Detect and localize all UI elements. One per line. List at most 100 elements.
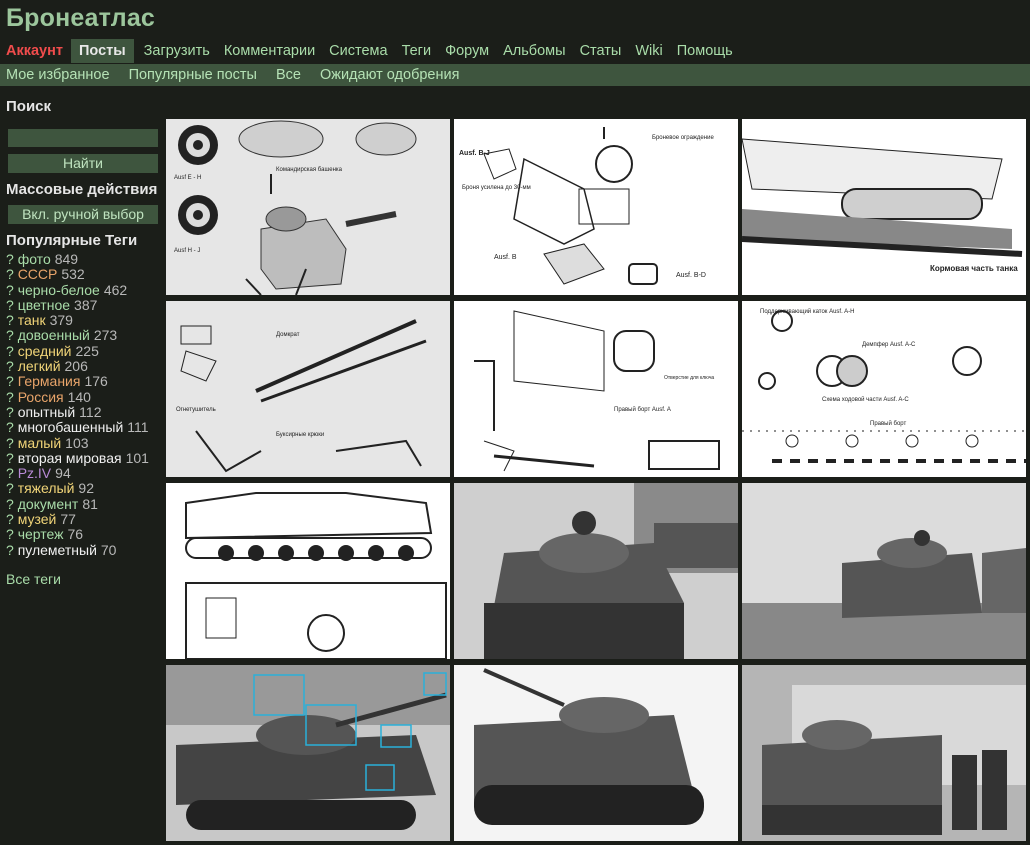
tag-item[interactable]: ? вторая мировая 101	[6, 450, 161, 466]
subnav-popular[interactable]: Популярные посты	[129, 67, 257, 83]
tag-name[interactable]: СССР	[18, 266, 58, 282]
drawing-label: Домкрат	[276, 332, 300, 338]
mass-actions-heading: Массовые действия	[6, 181, 158, 198]
tag-help-link[interactable]: ?	[6, 435, 18, 451]
post-thumbnail[interactable]: Огнетушитель Буксирные крюки Домкрат	[166, 301, 450, 477]
tag-item[interactable]: ? черно-белое 462	[6, 282, 161, 298]
post-thumbnail[interactable]	[166, 483, 450, 659]
tag-help-link[interactable]: ?	[6, 526, 18, 542]
tag-help-link[interactable]: ?	[6, 312, 18, 328]
tag-item[interactable]: ? документ 81	[6, 496, 161, 512]
tag-item[interactable]: ? многобашенный 111	[6, 420, 161, 435]
tag-help-link[interactable]: ?	[6, 511, 18, 527]
tag-name[interactable]: малый	[18, 435, 61, 451]
tag-help-link[interactable]: ?	[6, 465, 18, 481]
tag-name[interactable]: довоенный	[18, 327, 90, 343]
tag-help-link[interactable]: ?	[6, 480, 18, 496]
site-title[interactable]: Бронеатлас	[6, 4, 155, 33]
all-tags-link[interactable]: Все теги	[6, 571, 161, 587]
tag-name[interactable]: многобашенный	[18, 419, 124, 435]
tag-help-link[interactable]: ?	[6, 251, 18, 267]
tag-count: 176	[84, 373, 108, 390]
tag-item[interactable]: ? танк 379	[6, 313, 161, 328]
tag-name[interactable]: вторая мировая	[18, 450, 122, 466]
tag-help-link[interactable]: ?	[6, 373, 18, 389]
tag-help-link[interactable]: ?	[6, 327, 18, 343]
tag-help-link[interactable]: ?	[6, 496, 18, 512]
tag-item[interactable]: ? Pz.IV 94	[6, 466, 161, 481]
drawing-label: Буксирные крюки	[276, 432, 324, 438]
nav-albums[interactable]: Альбомы	[503, 40, 565, 62]
tag-item[interactable]: ? опытный 112	[6, 404, 161, 420]
tag-item[interactable]: ? СССР 532	[6, 267, 161, 282]
tag-name[interactable]: Германия	[18, 373, 81, 389]
post-thumbnail[interactable]: Кормовая часть танка	[742, 119, 1026, 295]
tag-help-link[interactable]: ?	[6, 450, 18, 466]
subnav-pending[interactable]: Ожидают одобрения	[320, 67, 460, 83]
tag-item[interactable]: ? Россия 140	[6, 389, 161, 405]
tag-name[interactable]: чертеж	[18, 526, 64, 542]
tag-item[interactable]: ? музей 77	[6, 511, 161, 527]
tag-name[interactable]: средний	[18, 343, 72, 359]
tag-help-link[interactable]: ?	[6, 266, 18, 282]
tag-name[interactable]: фото	[18, 251, 51, 267]
nav-stats[interactable]: Статы	[580, 40, 622, 62]
nav-comments[interactable]: Комментарии	[224, 40, 315, 62]
search-input[interactable]	[8, 129, 158, 147]
nav-help[interactable]: Помощь	[677, 40, 733, 62]
tag-name[interactable]: музей	[18, 511, 57, 527]
post-thumbnail[interactable]	[454, 483, 738, 659]
tag-item[interactable]: ? тяжелый 92	[6, 481, 161, 496]
tag-item[interactable]: ? чертеж 76	[6, 527, 161, 542]
tag-help-link[interactable]: ?	[6, 419, 18, 435]
tag-item[interactable]: ? средний 225	[6, 343, 161, 359]
nav-posts[interactable]: Посты	[70, 39, 134, 63]
nav-forum[interactable]: Форум	[445, 40, 489, 62]
hooks-drawing-image: Правый борт Ausf. A Отверстие для ключа	[454, 301, 738, 477]
subnav-all[interactable]: Все	[276, 67, 301, 83]
tag-help-link[interactable]: ?	[6, 297, 18, 313]
tag-name[interactable]: Pz.IV	[18, 465, 51, 481]
tag-item[interactable]: ? легкий 206	[6, 358, 161, 374]
tag-help-link[interactable]: ?	[6, 404, 18, 420]
tag-count: 849	[54, 251, 79, 267]
tag-item[interactable]: ? пулеметный 70	[6, 542, 161, 558]
post-thumbnail[interactable]	[742, 665, 1026, 841]
tag-help-link[interactable]: ?	[6, 542, 18, 558]
nav-system[interactable]: Система	[329, 40, 387, 62]
nav-account[interactable]: Аккаунт	[6, 40, 63, 62]
tag-name[interactable]: документ	[18, 496, 79, 512]
tag-name[interactable]: черно-белое	[18, 282, 100, 298]
post-thumbnail[interactable]: Ausf E - H Командирская башенка Ausf H -…	[166, 119, 450, 295]
post-thumbnail[interactable]: Ausf. B-J Броневое ограждение Броня усил…	[454, 119, 738, 295]
tag-item[interactable]: ? цветное 387	[6, 296, 161, 313]
tag-item[interactable]: ? Германия 176	[6, 374, 161, 389]
post-thumbnail[interactable]: Поддерживающий каток Ausf. A-H Демпфер A…	[742, 301, 1026, 477]
tag-name[interactable]: танк	[18, 312, 46, 328]
tag-help-link[interactable]: ?	[6, 389, 18, 405]
nav-wiki[interactable]: Wiki	[635, 40, 662, 62]
tag-help-link[interactable]: ?	[6, 343, 18, 359]
tag-help-link[interactable]: ?	[6, 358, 18, 374]
tag-name[interactable]: опытный	[18, 404, 75, 420]
tag-help-link[interactable]: ?	[6, 282, 18, 298]
tag-name[interactable]: легкий	[18, 358, 61, 374]
nav-tags[interactable]: Теги	[402, 40, 432, 62]
tag-item[interactable]: ? довоенный 273	[6, 328, 161, 343]
post-thumbnail[interactable]: Правый борт Ausf. A Отверстие для ключа	[454, 301, 738, 477]
post-thumbnail[interactable]	[742, 483, 1026, 659]
tag-count: 387	[74, 296, 98, 313]
tag-name[interactable]: цветное	[18, 297, 70, 313]
tag-name[interactable]: пулеметный	[18, 542, 97, 558]
post-thumbnail[interactable]	[166, 665, 450, 841]
tag-item[interactable]: ? фото 849	[6, 251, 161, 267]
tools-drawing-image: Огнетушитель Буксирные крюки Домкрат	[166, 301, 450, 477]
tag-name[interactable]: тяжелый	[18, 480, 75, 496]
search-button[interactable]: Найти	[8, 154, 158, 173]
tag-name[interactable]: Россия	[18, 389, 64, 405]
subnav-favorites[interactable]: Мое избранное	[6, 67, 110, 83]
manual-select-button[interactable]: Вкл. ручной выбор	[8, 205, 158, 224]
nav-upload[interactable]: Загрузить	[144, 40, 210, 62]
tag-item[interactable]: ? малый 103	[6, 435, 161, 451]
post-thumbnail[interactable]	[454, 665, 738, 841]
